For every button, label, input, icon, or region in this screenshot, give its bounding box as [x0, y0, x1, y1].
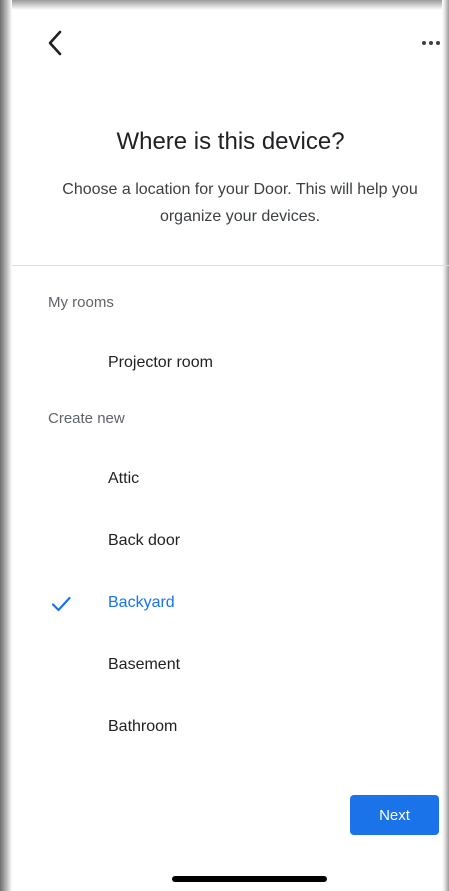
- back-button[interactable]: [38, 26, 72, 60]
- page-subtitle: Choose a location for your Door. This wi…: [62, 181, 418, 225]
- checkmark-icon: [51, 596, 71, 612]
- device-frame-top: [0, 0, 449, 10]
- more-options-button[interactable]: [416, 28, 446, 58]
- room-option-backyard[interactable]: Backyard: [12, 577, 442, 629]
- room-option-attic[interactable]: Attic: [12, 453, 442, 505]
- room-option-label: Attic: [108, 470, 140, 487]
- room-option-label: Back door: [108, 532, 181, 549]
- room-option-back-door[interactable]: Back door: [12, 515, 442, 567]
- room-option-basement[interactable]: Basement: [12, 639, 442, 691]
- room-option-projector-room[interactable]: Projector room: [12, 337, 442, 389]
- more-horizontal-icon: [422, 41, 440, 45]
- next-button[interactable]: Next: [350, 795, 439, 835]
- room-option-label: Projector room: [108, 354, 213, 371]
- home-indicator[interactable]: [172, 876, 327, 882]
- room-option-label: Backyard: [108, 594, 175, 611]
- room-option-bathroom[interactable]: Bathroom: [12, 701, 442, 753]
- room-option-label: Basement: [108, 656, 181, 673]
- screen: Where is this device? Choose a location …: [0, 0, 449, 891]
- page-title: Where is this device?: [116, 128, 345, 155]
- section-header-create-new: Create new: [48, 410, 125, 427]
- room-option-label: Bathroom: [108, 718, 178, 735]
- divider: [12, 265, 449, 266]
- chevron-left-icon: [48, 30, 62, 56]
- section-header-my-rooms: My rooms: [48, 294, 114, 311]
